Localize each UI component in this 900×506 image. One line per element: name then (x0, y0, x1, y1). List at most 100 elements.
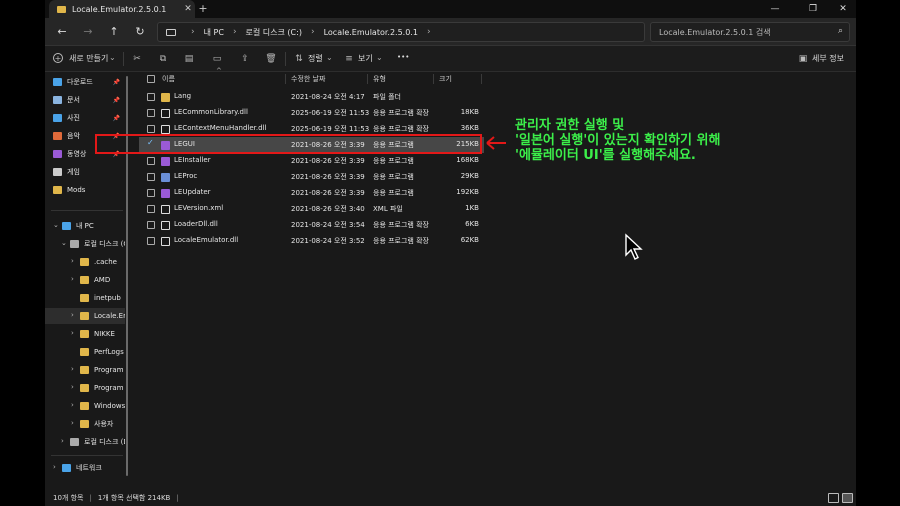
chevron-right-icon[interactable]: › (71, 311, 74, 319)
sidebar-item-document[interactable]: 문서 📌 (45, 92, 125, 108)
up-button[interactable]: ↑ (105, 23, 123, 41)
tree-item-folder[interactable]: › Locale.Emulator.2.5.0.1 (45, 308, 125, 324)
chevron-right-icon[interactable]: › (233, 27, 237, 37)
column-divider[interactable] (285, 74, 286, 84)
tree-item-folder[interactable]: › Program Files (x86) (45, 380, 125, 396)
chevron-right-icon[interactable]: › (71, 365, 74, 373)
chevron-right-icon[interactable]: › (71, 329, 74, 337)
sidebar-item-music[interactable]: 음악 📌 (45, 128, 125, 144)
column-divider[interactable] (367, 74, 368, 84)
back-button[interactable]: ← (53, 23, 71, 41)
sidebar-item-game[interactable]: 게임 (45, 164, 125, 180)
file-row[interactable]: Lang 2021-08-24 오전 4:17 파일 폴더 (139, 89, 484, 105)
row-checkbox[interactable] (147, 221, 155, 229)
chevron-right-icon[interactable]: › (311, 27, 315, 37)
row-checkbox[interactable] (147, 173, 155, 181)
row-checkbox[interactable] (147, 125, 155, 133)
file-row[interactable]: LEContextMenuHandler.dll 2025-06-19 오전 11… (139, 121, 484, 137)
refresh-button[interactable]: ↻ (131, 23, 149, 41)
tree-item-folder[interactable]: › NIKKE (45, 326, 125, 342)
document-icon (53, 96, 62, 104)
tree-item-folder[interactable]: inetpub (45, 290, 125, 306)
new-tab-button[interactable]: + (195, 2, 211, 16)
details-view-button[interactable] (828, 493, 839, 503)
row-checkbox[interactable] (147, 205, 155, 213)
column-header-type[interactable]: 유형 (373, 74, 386, 84)
chevron-right-icon[interactable]: › (71, 257, 74, 265)
share-icon[interactable]: ⇪ (239, 53, 251, 65)
file-row[interactable]: LocaleEmulator.dll 2021-08-24 오전 3:52 응용 프… (139, 233, 484, 249)
column-header-name[interactable]: 이름 (162, 74, 175, 84)
breadcrumb-local-disk-c[interactable]: 로컬 디스크 (C:) (246, 27, 302, 38)
search-input[interactable]: Locale.Emulator.2.5.0.1 검색 ⌕ (650, 22, 850, 42)
sidebar-item-video[interactable]: 동영상 📌 (45, 146, 125, 162)
column-divider[interactable] (433, 74, 434, 84)
column-divider[interactable] (481, 74, 482, 84)
tree-item-folder[interactable]: › Program Files (45, 362, 125, 378)
file-row[interactable]: LEUpdater 2021-08-26 오전 3:39 응용 프로그램 192KB (139, 185, 484, 201)
file-row[interactable]: LEVersion.xml 2021-08-26 오전 3:40 XML 파일 1KB (139, 201, 484, 217)
chevron-down-icon[interactable]: ⌄ (53, 221, 59, 229)
file-row[interactable]: ✓ LEGUI 2021-08-26 오전 3:39 응용 프로그램 215KB (139, 137, 484, 153)
chevron-right-icon[interactable]: › (427, 27, 431, 37)
minimize-button[interactable]: — (763, 0, 787, 18)
tiles-view-button[interactable] (842, 493, 853, 503)
address-bar[interactable]: › 내 PC › 로컬 디스크 (C:) › Locale.Emulator.2… (157, 22, 645, 42)
scrollbar-thumb[interactable] (126, 76, 128, 476)
chevron-down-icon[interactable]: ⌄ (61, 239, 67, 247)
tree-item-label: PerfLogs (94, 348, 124, 356)
rename-icon[interactable]: ▭ (211, 53, 223, 65)
close-window-button[interactable]: ✕ (831, 0, 855, 18)
chevron-right-icon[interactable]: › (71, 401, 74, 409)
chevron-right-icon[interactable]: › (71, 275, 74, 283)
tree-item-folder[interactable]: › Windows (45, 398, 125, 414)
tree-item-folder[interactable]: › 사용자 (45, 416, 125, 432)
tab-locale-emulator[interactable]: Locale.Emulator.2.5.0.1 ✕ (49, 0, 195, 18)
maximize-button[interactable]: ❐ (801, 0, 825, 18)
breadcrumb-current-folder[interactable]: Locale.Emulator.2.5.0.1 (324, 28, 418, 37)
row-checkbox[interactable] (147, 237, 155, 245)
chevron-right-icon[interactable]: › (191, 27, 195, 37)
forward-button[interactable]: → (79, 23, 97, 41)
file-row[interactable]: LECommonLibrary.dll 2025-06-19 오전 11:53 응용… (139, 105, 484, 121)
paste-icon[interactable]: ▤ (183, 53, 195, 65)
chevron-right-icon[interactable]: › (61, 437, 64, 445)
column-header-date[interactable]: 수정한 날짜 (291, 74, 325, 84)
chevron-right-icon[interactable]: › (71, 383, 74, 391)
view-button[interactable]: 보기 (358, 53, 373, 64)
chevron-right-icon[interactable]: › (71, 419, 74, 427)
sort-button[interactable]: 정렬 (308, 53, 323, 64)
tree-item-folder[interactable]: › AMD (45, 272, 125, 288)
tree-item-network[interactable]: › 네트워크 (45, 460, 125, 476)
file-row[interactable]: LoaderDll.dll 2021-08-24 오전 3:54 응용 프로그램 확… (139, 217, 484, 233)
more-options-button[interactable]: ••• (397, 53, 409, 61)
file-row[interactable]: LEInstaller 2021-08-26 오전 3:39 응용 프로그램 168K… (139, 153, 484, 169)
sidebar-scrollbar[interactable] (125, 72, 129, 490)
breadcrumb-my-pc[interactable]: 내 PC (204, 27, 224, 38)
tab-close-icon[interactable]: ✕ (181, 4, 195, 14)
file-size: 36KB (460, 124, 479, 132)
checkmark-icon[interactable]: ✓ (147, 138, 154, 147)
tree-item-folder[interactable]: PerfLogs (45, 344, 125, 360)
new-button[interactable]: 새로 만들기 (69, 53, 108, 64)
copy-icon[interactable]: ⧉ (157, 53, 169, 65)
delete-icon[interactable]: 🗑 (265, 53, 277, 65)
tree-item-drive[interactable]: ⌄ 로컬 디스크 (C:) (45, 236, 125, 252)
select-all-checkbox[interactable] (147, 75, 155, 83)
details-button[interactable]: 세부 정보 (812, 53, 844, 64)
tree-item-folder[interactable]: › .cache (45, 254, 125, 270)
sidebar-item-pictures[interactable]: 사진 📌 (45, 110, 125, 126)
sidebar-item-folder[interactable]: Mods (45, 182, 125, 198)
tree-item-pc[interactable]: ⌄ 내 PC (45, 218, 125, 234)
tree-item-label: Windows (94, 402, 125, 410)
chevron-right-icon[interactable]: › (53, 463, 56, 471)
file-row[interactable]: LEProc 2021-08-26 오전 3:39 응용 프로그램 29KB (139, 169, 484, 185)
cut-icon[interactable]: ✂ (131, 53, 143, 65)
tree-item-drive[interactable]: › 로컬 디스크 (D:) (45, 434, 125, 450)
column-header-size[interactable]: 크기 (439, 74, 452, 84)
row-checkbox[interactable] (147, 109, 155, 117)
row-checkbox[interactable] (147, 189, 155, 197)
row-checkbox[interactable] (147, 93, 155, 101)
sidebar-item-download[interactable]: 다운로드 📌 (45, 74, 125, 90)
row-checkbox[interactable] (147, 157, 155, 165)
